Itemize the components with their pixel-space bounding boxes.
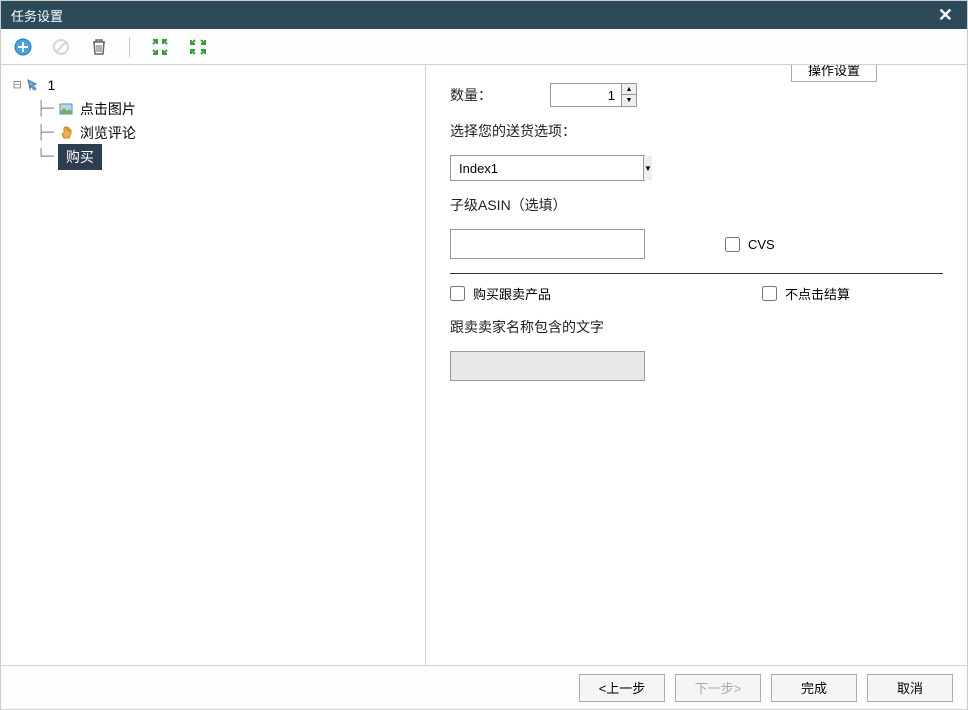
- dialog-window: 任务设置 ✕: [0, 0, 968, 710]
- toolbar-separator: [129, 37, 130, 57]
- tree-item-purchase[interactable]: └─ 购买: [9, 145, 417, 169]
- cvs-checkbox[interactable]: [725, 237, 740, 252]
- shipping-value[interactable]: [451, 156, 643, 180]
- collapse-button[interactable]: [186, 35, 210, 59]
- tree-item-label: 购买: [58, 144, 102, 170]
- followsell-checkbox-wrap[interactable]: 购买跟卖产品: [450, 284, 551, 303]
- quantity-label: 数量：: [450, 85, 540, 105]
- chevron-down-icon[interactable]: ▼: [643, 156, 652, 180]
- spin-up-button[interactable]: ▲: [622, 84, 636, 95]
- next-button: 下一步>: [675, 674, 761, 702]
- expand-icon: [151, 38, 169, 56]
- asin-label: 子级ASIN（选填）: [450, 195, 567, 215]
- tree-item-browse-reviews[interactable]: ├─ 浏览评论: [9, 121, 417, 145]
- quantity-input[interactable]: [551, 84, 621, 106]
- image-icon: [58, 101, 74, 117]
- sellername-label: 跟卖卖家名称包含的文字: [450, 317, 604, 337]
- cursor-icon: [25, 77, 41, 93]
- tree-item-click-image[interactable]: ├─ 点击图片: [9, 97, 417, 121]
- tree-item-label: 点击图片: [78, 96, 138, 122]
- plus-circle-icon: [14, 38, 32, 56]
- divider: [450, 273, 943, 274]
- tree-root-label: 1: [45, 72, 57, 98]
- window-title: 任务设置: [11, 6, 934, 25]
- followsell-label: 购买跟卖产品: [473, 284, 551, 303]
- cancel-button[interactable]: 取消: [867, 674, 953, 702]
- shipping-select-row: ▼: [450, 155, 943, 181]
- titlebar: 任务设置 ✕: [1, 1, 967, 29]
- asin-row: CVS: [450, 229, 943, 259]
- finish-button[interactable]: 完成: [771, 674, 857, 702]
- dialog-body: ⊟ 1 ├─ 点击图片 ├─: [1, 65, 967, 665]
- shipping-label: 选择您的送货选项：: [450, 121, 576, 141]
- sellername-label-row: 跟卖卖家名称包含的文字: [450, 317, 943, 337]
- circle-slash-icon: [52, 38, 70, 56]
- close-icon[interactable]: ✕: [934, 5, 957, 26]
- hand-icon: [58, 125, 74, 141]
- shipping-select[interactable]: ▼: [450, 155, 645, 181]
- nocheckout-label: 不点击结算: [785, 284, 850, 303]
- dialog-footer: <上一步 下一步> 完成 取消: [1, 665, 967, 709]
- trash-icon: [91, 38, 107, 56]
- quantity-row: 数量： ▲ ▼: [450, 83, 943, 107]
- collapse-icon: [189, 38, 207, 56]
- disabled-button: [49, 35, 73, 59]
- nocheckout-checkbox[interactable]: [762, 286, 777, 301]
- asin-label-row: 子级ASIN（选填）: [450, 195, 943, 215]
- panel-legend: 操作设置: [791, 65, 877, 82]
- task-tree: ⊟ 1 ├─ 点击图片 ├─: [9, 73, 417, 169]
- asin-input[interactable]: [450, 229, 645, 259]
- delete-button[interactable]: [87, 35, 111, 59]
- tree-item-label: 浏览评论: [78, 120, 138, 146]
- tree-root[interactable]: ⊟ 1: [9, 73, 417, 97]
- followsell-row: 购买跟卖产品 不点击结算: [450, 284, 850, 303]
- settings-pane: 操作设置 数量： ▲ ▼ 选择您的送货选项： ▼: [426, 65, 967, 665]
- toolbar: [1, 29, 967, 65]
- shipping-label-row: 选择您的送货选项：: [450, 121, 943, 141]
- prev-button[interactable]: <上一步: [579, 674, 665, 702]
- tree-pane: ⊟ 1 ├─ 点击图片 ├─: [1, 65, 426, 665]
- quantity-stepper[interactable]: ▲ ▼: [550, 83, 637, 107]
- spin-down-button[interactable]: ▼: [622, 95, 636, 106]
- cvs-checkbox-wrap[interactable]: CVS: [725, 237, 775, 252]
- add-button[interactable]: [11, 35, 35, 59]
- followsell-checkbox[interactable]: [450, 286, 465, 301]
- nocheckout-checkbox-wrap[interactable]: 不点击结算: [762, 284, 850, 303]
- sellername-row: [450, 351, 943, 381]
- cvs-label: CVS: [748, 237, 775, 252]
- sellername-input: [450, 351, 645, 381]
- expand-button[interactable]: [148, 35, 172, 59]
